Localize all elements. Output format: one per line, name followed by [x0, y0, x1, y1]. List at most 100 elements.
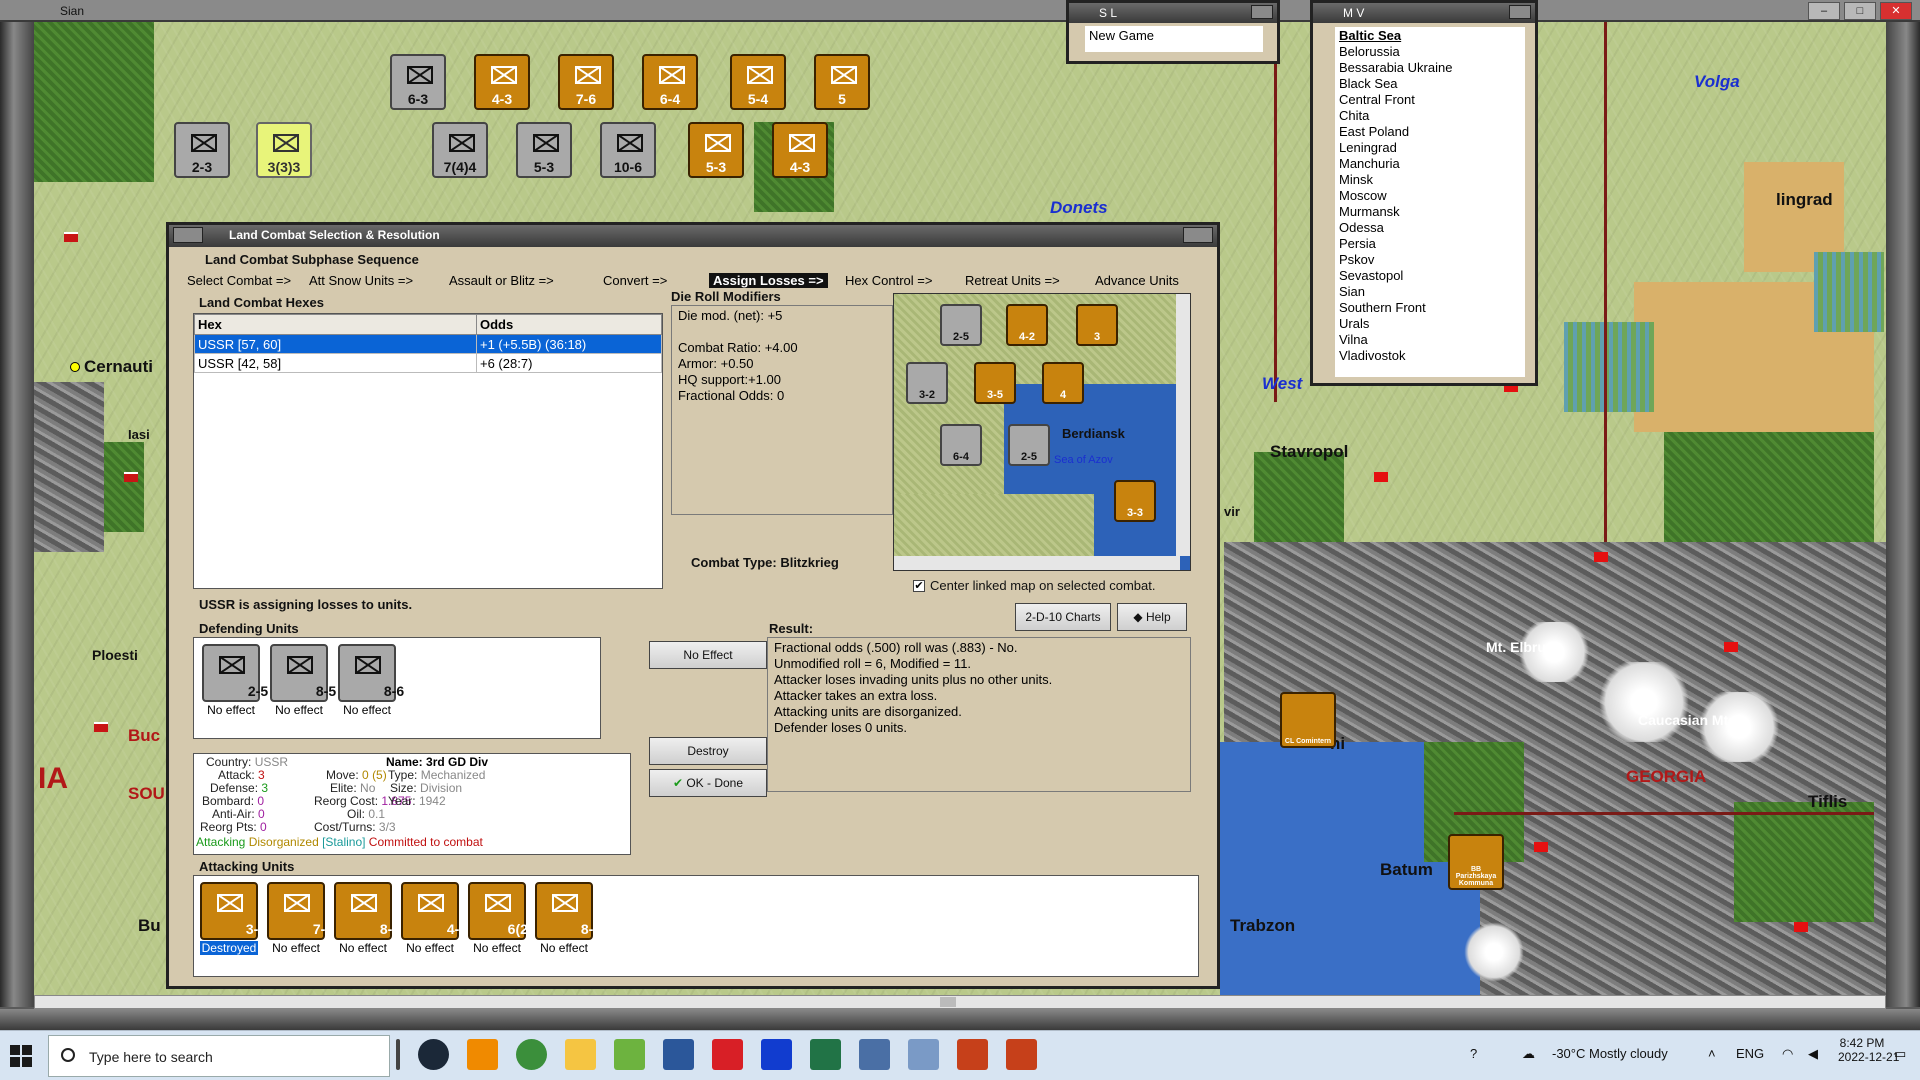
mv-list-item[interactable]: Minsk	[1339, 172, 1521, 188]
map-unit-counter[interactable]: 4-3	[474, 54, 530, 110]
no-effect-button[interactable]: No Effect	[649, 641, 767, 669]
wifi-icon[interactable]: ◠	[1782, 1046, 1793, 1062]
taskbar-search-box[interactable]: Type here to search	[48, 1035, 390, 1077]
attacking-unit[interactable]: 4-3 No effect	[401, 882, 467, 955]
map-unit-counter[interactable]: 5-3	[516, 122, 572, 178]
destroy-button[interactable]: Destroy	[649, 737, 767, 765]
mv-list-item[interactable]: Leningrad	[1339, 140, 1521, 156]
minimap-unit[interactable]: 6-4	[940, 424, 982, 466]
netflix-icon[interactable]	[712, 1039, 743, 1070]
map-unit-counter[interactable]: 5-4	[730, 54, 786, 110]
minimap-unit[interactable]: 4-2	[1006, 304, 1048, 346]
help-tray-icon[interactable]: ?	[1470, 1046, 1477, 1061]
column-header-hex[interactable]: Hex	[194, 314, 477, 335]
steam-icon[interactable]	[418, 1039, 449, 1070]
disney-plus-icon[interactable]	[761, 1039, 792, 1070]
attacking-unit[interactable]: 8-6 No effect	[334, 882, 400, 955]
map-horizontal-scrollbar[interactable]	[34, 995, 1886, 1009]
charts-button[interactable]: 2-D-10 Charts	[1015, 603, 1111, 631]
close-button[interactable]: ✕	[1880, 2, 1912, 20]
map-unit-counter[interactable]: 4-3	[772, 122, 828, 178]
language-indicator[interactable]: ENG	[1736, 1046, 1764, 1061]
mv-list-item[interactable]: Manchuria	[1339, 156, 1521, 172]
map-air-unit-counter[interactable]: 5	[814, 54, 870, 110]
mv-list-item[interactable]: Odessa	[1339, 220, 1521, 236]
center-map-checkbox[interactable]: ✔	[913, 580, 925, 592]
mv-list-item[interactable]: East Poland	[1339, 124, 1521, 140]
map-unit-counter[interactable]: 6-4	[642, 54, 698, 110]
game-app-icon[interactable]	[957, 1039, 988, 1070]
mv-list-item[interactable]: Sian	[1339, 284, 1521, 300]
map-unit-counter[interactable]: 6-3	[390, 54, 446, 110]
table-row[interactable]: USSR [57, 60] +1 (+5.5B) (36:18)	[194, 334, 662, 354]
file-explorer-icon[interactable]	[565, 1039, 596, 1070]
map-unit-counter[interactable]: 7-6	[558, 54, 614, 110]
table-row[interactable]: USSR [42, 58] +6 (28:7)	[194, 353, 662, 373]
attacking-unit[interactable]: 3-5 Destroyed	[200, 882, 266, 955]
scrollbar-thumb[interactable]	[940, 997, 956, 1007]
volume-icon[interactable]: ◀	[1808, 1046, 1818, 1062]
word-icon[interactable]	[663, 1039, 694, 1070]
minimap-unit[interactable]: 4	[1042, 362, 1084, 404]
map-unit-counter[interactable]: 7(4)4	[432, 122, 488, 178]
mv-list-item[interactable]: Central Front	[1339, 92, 1521, 108]
task-view-icon[interactable]	[396, 1039, 400, 1070]
minimap-unit[interactable]: 3-3	[1114, 480, 1156, 522]
mv-list-item[interactable]: Baltic Sea	[1339, 28, 1521, 44]
map-naval-unit-counter[interactable]: CL Comintern	[1280, 692, 1336, 748]
attacking-unit[interactable]: 6(2)4 No effect	[468, 882, 540, 955]
defending-unit[interactable]: 8-6 No effect	[338, 644, 404, 717]
maximize-button[interactable]: □	[1844, 2, 1876, 20]
mv-list-item[interactable]: Bessarabia Ukraine	[1339, 60, 1521, 76]
vlc-icon[interactable]	[467, 1039, 498, 1070]
minimap-horizontal-scrollbar[interactable]	[894, 556, 1180, 570]
minimap-vertical-scrollbar[interactable]	[1176, 294, 1190, 556]
map-unit-counter[interactable]: 3(3)3	[256, 122, 312, 178]
mv-list-item[interactable]: Sevastopol	[1339, 268, 1521, 284]
mv-list-item[interactable]: Vilna	[1339, 332, 1521, 348]
windows-start-icon[interactable]	[10, 1045, 32, 1067]
app-window-icon[interactable]	[908, 1039, 939, 1070]
minimap-unit[interactable]: 3	[1076, 304, 1118, 346]
weather-text[interactable]: -30°C Mostly cloudy	[1552, 1046, 1668, 1061]
mv-list-item[interactable]: Persia	[1339, 236, 1521, 252]
minimize-button[interactable]: –	[1808, 2, 1840, 20]
mv-list-item[interactable]: Black Sea	[1339, 76, 1521, 92]
mv-list-item[interactable]: Moscow	[1339, 188, 1521, 204]
new-game-item[interactable]: New Game	[1089, 28, 1154, 43]
main-window-title: Sian	[60, 4, 85, 18]
help-button[interactable]: ◆ Help	[1117, 603, 1187, 631]
dialog-menu-button[interactable]	[173, 227, 203, 243]
defending-unit[interactable]: 8-5 No effect	[270, 644, 336, 717]
mv-list-item[interactable]: Urals	[1339, 316, 1521, 332]
column-header-odds[interactable]: Odds	[476, 314, 662, 335]
mv-list-item[interactable]: Murmansk	[1339, 204, 1521, 220]
linked-minimap[interactable]: 2-5 4-2 3 3-2 3-5 4 6-4 2-5 3-3 Berdians…	[893, 293, 1191, 571]
mv-list-item[interactable]: Vladivostok	[1339, 348, 1521, 364]
game-app-icon[interactable]	[1006, 1039, 1037, 1070]
calculator-icon[interactable]	[859, 1039, 890, 1070]
attacking-unit[interactable]: 8-5 No effect	[535, 882, 601, 955]
notepad-icon[interactable]	[614, 1039, 645, 1070]
minimap-unit[interactable]: 2-5	[1008, 424, 1050, 466]
minimap-unit[interactable]: 2-5	[940, 304, 982, 346]
chrome-icon[interactable]	[516, 1039, 547, 1070]
mv-list-item[interactable]: Belorussia	[1339, 44, 1521, 60]
map-naval-unit-counter[interactable]: BB Parizhskaya Kommuna	[1448, 834, 1504, 890]
minimap-unit[interactable]: 3-2	[906, 362, 948, 404]
map-unit-counter[interactable]: 10-6	[600, 122, 656, 178]
map-unit-counter[interactable]: 5-3	[688, 122, 744, 178]
clock[interactable]: 8:42 PM 2022-12-21	[1838, 1036, 1899, 1064]
minimap-unit[interactable]: 3-5	[974, 362, 1016, 404]
ok-done-button[interactable]: ✔ OK - Done	[649, 769, 767, 797]
mv-list-item[interactable]: Pskov	[1339, 252, 1521, 268]
notification-icon[interactable]: ▭	[1894, 1046, 1906, 1062]
excel-icon[interactable]	[810, 1039, 841, 1070]
dialog-close-button[interactable]	[1183, 227, 1213, 243]
mv-list-item[interactable]: Southern Front	[1339, 300, 1521, 316]
chevron-up-icon[interactable]: ˄	[1708, 1046, 1716, 1061]
mv-list-item[interactable]: Chita	[1339, 108, 1521, 124]
attacking-unit[interactable]: 7-6 No effect	[267, 882, 333, 955]
defending-unit[interactable]: 2-5 No effect	[202, 644, 268, 717]
map-unit-counter[interactable]: 2-3	[174, 122, 230, 178]
